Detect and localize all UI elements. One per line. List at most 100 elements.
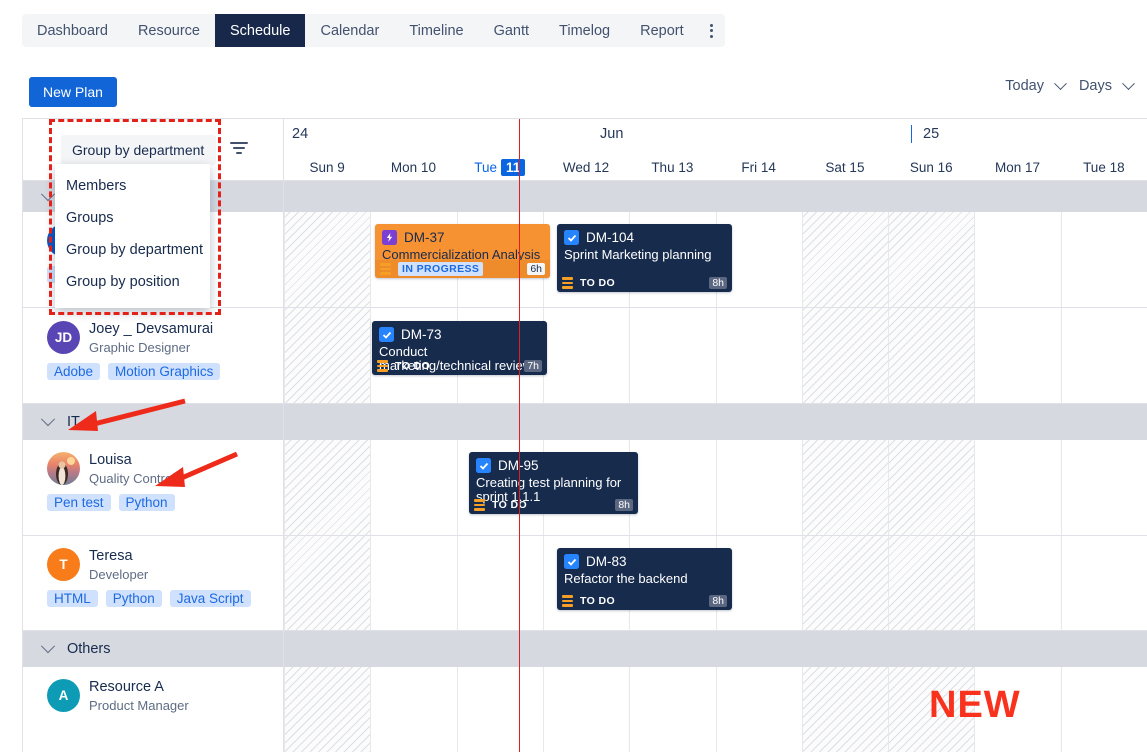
week-separator [911, 125, 912, 143]
group-by-select[interactable]: Group by department [61, 135, 216, 165]
day-header-4[interactable]: Thu 13 [629, 153, 715, 181]
tab-calendar[interactable]: Calendar [305, 14, 394, 47]
check-icon [564, 554, 579, 569]
group-label: IT [67, 414, 80, 430]
task-card[interactable]: DM-104Sprint Marketing planningTO DO8h [557, 224, 732, 292]
avatar: A [47, 679, 80, 712]
day-header-5[interactable]: Fri 14 [716, 153, 802, 181]
view-controls: Today Days [1005, 78, 1133, 94]
resource-row[interactable]: LouisaQuality ControlPen testPython [23, 440, 284, 536]
chevron-down-icon[interactable] [41, 412, 55, 426]
tab-timeline[interactable]: Timeline [394, 14, 478, 47]
today-range-selector[interactable]: Today [1005, 78, 1065, 94]
skill-tag[interactable]: Java Script [170, 590, 251, 607]
day-header-8[interactable]: Mon 17 [974, 153, 1060, 181]
priority-icon [377, 360, 388, 371]
resource-row[interactable]: TTeresaDeveloperHTMLPythonJava Script [23, 536, 284, 631]
week-row: 2425Jun [284, 119, 1147, 153]
task-key-line: DM-104 [564, 230, 725, 245]
chevron-down-icon[interactable] [41, 639, 55, 653]
skill-tag[interactable]: Python [119, 494, 175, 511]
current-time-indicator [519, 119, 521, 752]
group-by-value: Group by department [72, 142, 204, 158]
resource-name: Teresa [89, 548, 133, 564]
task-hours: 6h [527, 263, 545, 275]
skill-tags: Adobe Motion Graphics [47, 363, 220, 380]
month-label: Jun [600, 126, 623, 142]
chevron-down-icon[interactable] [41, 187, 55, 201]
new-plan-button[interactable]: New Plan [29, 77, 117, 107]
filter-icon[interactable] [229, 140, 249, 161]
group-row-band [284, 181, 1147, 212]
resource-role: Quality Control [89, 471, 175, 486]
task-card-body: DM-104 Sprint Marketing planning [557, 224, 732, 266]
timeline-panel: 2425Jun Sun 9Mon 10 Tue 11 Wed 12Thu 13Fri … [284, 119, 1147, 752]
task-card[interactable]: DM-73Conduct marketing/technical reviewT… [372, 321, 547, 375]
skill-tag[interactable]: HTML [47, 590, 98, 607]
skill-tag[interactable]: Pen test [47, 494, 111, 511]
resource-role: Graphic Designer [89, 340, 190, 355]
task-status: TO DO [580, 595, 615, 607]
chevron-down-icon [1054, 77, 1067, 90]
task-hours: 7h [524, 360, 542, 372]
priority-icon [380, 263, 391, 274]
day-header-0[interactable]: Sun 9 [284, 153, 370, 181]
resource-role: Developer [89, 567, 148, 582]
day-header-6[interactable]: Sat 15 [802, 153, 888, 181]
day-header-2[interactable]: Tue 11 [457, 153, 543, 181]
menu-item-groups[interactable]: Groups [55, 202, 210, 234]
today-label: Today [1005, 78, 1044, 94]
menu-item-group-by-position[interactable]: Group by position [55, 266, 210, 298]
tab-gantt[interactable]: Gantt [479, 14, 544, 47]
day-header-3[interactable]: Wed 12 [543, 153, 629, 181]
skill-tag[interactable]: Motion Graphics [108, 363, 220, 380]
day-header-1[interactable]: Mon 10 [370, 153, 456, 181]
task-card[interactable]: DM-37Commercialization AnalysisIN PROGRE… [375, 224, 550, 278]
group-row-band [284, 404, 1147, 440]
row-separator [284, 307, 1147, 308]
task-hours: 8h [615, 499, 633, 511]
tab-report[interactable]: Report [625, 14, 699, 47]
skill-tag[interactable]: Adobe [47, 363, 100, 380]
resource-name: Joey _ Devsamurai [89, 321, 213, 337]
timeline-header: 2425Jun Sun 9Mon 10 Tue 11 Wed 12Thu 13Fri … [284, 119, 1147, 181]
tab-resource[interactable]: Resource [123, 14, 215, 47]
resource-row[interactable]: JD Joey _ Devsamurai Graphic Designer Adobe… [23, 309, 284, 404]
tab-schedule[interactable]: Schedule [215, 14, 305, 47]
task-card-footer: IN PROGRESS 6h [375, 260, 550, 278]
task-status: IN PROGRESS [398, 262, 483, 276]
menu-item-members[interactable]: Members [55, 170, 210, 202]
check-icon [476, 458, 491, 473]
group-by-dropdown-menu[interactable]: MembersGroupsGroup by departmentGroup by… [55, 164, 210, 308]
day-label: Tue [474, 160, 497, 175]
tab-timelog[interactable]: Timelog [544, 14, 625, 47]
skill-tag[interactable]: Python [106, 590, 162, 607]
group-row-header[interactable]: Others [23, 631, 283, 667]
task-card[interactable]: DM-83Refactor the backend TO DO 8h [557, 548, 732, 610]
task-hours: 8h [709, 595, 727, 607]
tab-dashboard[interactable]: Dashboard [22, 14, 123, 47]
task-title: Sprint Marketing planning [564, 248, 725, 262]
task-card-footer: TO DO8h [469, 496, 638, 514]
task-card[interactable]: DM-95Creating test planning for sprint 1… [469, 452, 638, 514]
menu-item-group-by-department[interactable]: Group by department [55, 234, 210, 266]
tab-overflow-menu-icon[interactable] [699, 14, 725, 47]
skill-tags: Pen test Python [47, 494, 175, 511]
task-card-body: DM-83Refactor the backend [557, 548, 732, 590]
group-row-band [284, 631, 1147, 667]
chevron-down-icon [1122, 77, 1135, 90]
task-card-footer: TO DO 8h [557, 592, 732, 610]
avatar: JD [47, 321, 80, 354]
task-key-line: DM-73 [379, 327, 540, 342]
days-scale-selector[interactable]: Days [1079, 78, 1133, 94]
day-header-9[interactable]: Tue 18 [1061, 153, 1147, 181]
schedule-page: DashboardResourceScheduleCalendarTimelin… [0, 0, 1147, 752]
day-row: Sun 9Mon 10 Tue 11 Wed 12Thu 13Fri 14Sat 15… [284, 153, 1147, 181]
task-key: DM-37 [404, 230, 445, 245]
check-icon [564, 230, 579, 245]
check-icon [379, 327, 394, 342]
resource-row[interactable]: AResource AProduct Manager [23, 667, 284, 752]
today-date-badge: 11 [501, 159, 525, 176]
day-header-7[interactable]: Sun 16 [888, 153, 974, 181]
group-row-header[interactable]: IT [23, 404, 283, 440]
